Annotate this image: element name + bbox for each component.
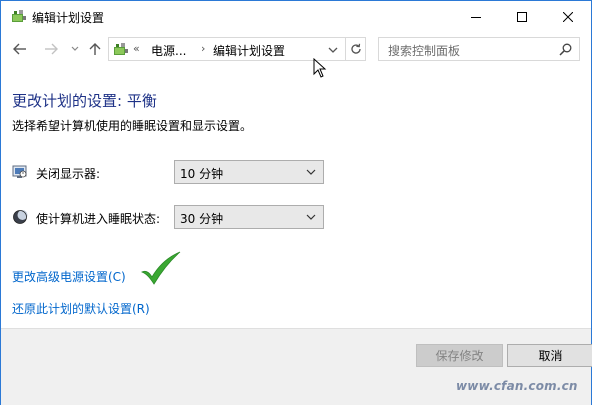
up-arrow-icon bbox=[89, 43, 101, 55]
chevron-down-icon bbox=[306, 169, 316, 175]
window-title: 编辑计划设置 bbox=[32, 11, 105, 25]
breadcrumb-separator[interactable]: › bbox=[201, 42, 205, 55]
title-bar: 编辑计划设置 bbox=[1, 1, 591, 32]
close-button[interactable] bbox=[545, 1, 591, 32]
search-placeholder[interactable]: 搜索控制面板 bbox=[388, 42, 460, 59]
sleep-label: 使计算机进入睡眠状态: bbox=[36, 212, 161, 226]
green-checkmark-icon bbox=[139, 250, 183, 288]
power-options-icon bbox=[11, 8, 27, 24]
up-button[interactable] bbox=[87, 41, 103, 57]
refresh-button[interactable] bbox=[345, 38, 366, 60]
close-icon bbox=[563, 11, 573, 22]
maximize-icon bbox=[517, 11, 527, 22]
display-off-select[interactable]: 10 分钟 bbox=[174, 160, 324, 184]
mouse-cursor-icon bbox=[313, 57, 327, 78]
edit-plan-settings-window: 编辑计划设置 « 电源... › 编辑计划设置 搜索控制面板 更改计划的设置: … bbox=[0, 0, 592, 405]
address-bar[interactable]: « 电源... › 编辑计划设置 bbox=[108, 37, 366, 61]
search-box[interactable]: 搜索控制面板 bbox=[378, 37, 580, 61]
restore-defaults-link[interactable]: 还原此计划的默认设置(R) bbox=[12, 300, 150, 317]
recent-locations-button[interactable] bbox=[67, 41, 83, 57]
monitor-icon bbox=[12, 164, 28, 180]
forward-arrow-icon bbox=[45, 43, 58, 55]
back-arrow-icon bbox=[13, 43, 26, 55]
watermark-text: www.cfan.com.cn bbox=[456, 379, 578, 393]
sleep-value: 30 分钟 bbox=[180, 212, 224, 226]
chevron-down-icon bbox=[71, 46, 79, 51]
advanced-power-settings-link[interactable]: 更改高级电源设置(C) bbox=[12, 268, 126, 285]
breadcrumb-power-options[interactable]: 电源... bbox=[151, 42, 186, 59]
cancel-button[interactable]: 取消 bbox=[507, 344, 592, 367]
breadcrumb-edit-plan-settings[interactable]: 编辑计划设置 bbox=[213, 42, 285, 59]
page-title: 更改计划的设置: 平衡 bbox=[12, 92, 157, 110]
display-off-label: 关闭显示器: bbox=[36, 167, 101, 181]
chevron-down-icon bbox=[328, 47, 338, 53]
page-subtitle: 选择希望计算机使用的睡眠设置和显示设置。 bbox=[12, 119, 253, 133]
chevron-down-icon bbox=[306, 214, 316, 220]
sleep-moon-icon bbox=[12, 209, 28, 225]
address-dropdown-button[interactable] bbox=[327, 44, 339, 56]
sleep-select[interactable]: 30 分钟 bbox=[174, 205, 324, 229]
power-options-icon bbox=[113, 41, 129, 57]
save-changes-button[interactable]: 保存修改 bbox=[416, 344, 503, 367]
search-icon[interactable] bbox=[559, 43, 572, 56]
maximize-button[interactable] bbox=[499, 1, 545, 32]
footer-bar: 保存修改 取消 bbox=[1, 328, 592, 405]
navigation-bar: « 电源... › 编辑计划设置 搜索控制面板 bbox=[1, 32, 591, 68]
minimize-icon bbox=[471, 16, 481, 18]
refresh-icon bbox=[351, 43, 361, 54]
back-button[interactable] bbox=[12, 41, 28, 57]
forward-button[interactable] bbox=[43, 41, 59, 57]
display-off-value: 10 分钟 bbox=[180, 167, 224, 181]
address-overflow-chevron[interactable]: « bbox=[133, 42, 140, 55]
minimize-button[interactable] bbox=[453, 1, 499, 32]
